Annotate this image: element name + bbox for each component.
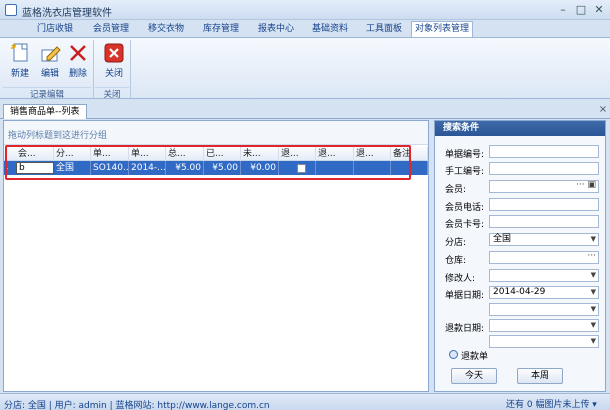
field-label: 退款日期: xyxy=(445,324,485,334)
chevron-down-icon[interactable]: ▼ xyxy=(591,304,596,315)
ellipsis-icon[interactable]: ··· ▣ xyxy=(576,180,596,191)
window-title: 蓝格洗衣店管理软件 xyxy=(22,8,112,19)
chevron-down-icon[interactable]: ▼ xyxy=(591,320,596,331)
group-separator xyxy=(93,40,94,98)
doc-date-from[interactable]: 2014-04-29 ▼ xyxy=(489,286,599,299)
main-tab-bar: 门店收银 会员管理 移交衣物 库存管理 报表中心 基础资料 工具面板 对象列表管… xyxy=(0,20,610,38)
close-red-icon xyxy=(103,42,125,64)
tab-basic-data[interactable]: 基础资料 xyxy=(303,22,357,37)
field-label: 单据日期: xyxy=(445,291,485,301)
ribbon: 新建 编辑 删除 关闭 记录编辑 关闭 xyxy=(0,37,610,100)
manual-number-input[interactable] xyxy=(489,162,599,175)
close-window-button[interactable]: ✕ xyxy=(590,3,608,17)
close-module-button[interactable]: 关闭 xyxy=(100,41,128,83)
new-document-icon xyxy=(9,42,31,64)
doc-date-value: 2014-04-29 xyxy=(493,287,546,297)
new-button[interactable]: 新建 xyxy=(6,41,34,83)
delete-button[interactable]: 删除 xyxy=(64,41,92,83)
field-label: 手工编号: xyxy=(445,167,485,177)
branch-value: 全国 xyxy=(493,234,512,244)
field-label: 会员: xyxy=(445,185,467,195)
chevron-down-icon[interactable]: ▼ xyxy=(591,287,596,298)
collapse-icon[interactable] xyxy=(449,350,458,359)
minimize-button[interactable]: – xyxy=(554,3,572,17)
tab-tools[interactable]: 工具面板 xyxy=(357,22,411,37)
search-panel-title: 搜索条件 xyxy=(435,121,605,136)
this-week-button[interactable]: 本周 xyxy=(517,368,563,384)
edit-button[interactable]: 编辑 xyxy=(36,41,64,83)
ellipsis-icon[interactable]: ··· xyxy=(587,251,596,262)
upload-status[interactable]: 还有 0 幅图片未上传 ▾ xyxy=(506,397,606,410)
member-lookup[interactable]: ··· ▣ xyxy=(489,180,599,193)
branch-select[interactable]: 全国 ▼ xyxy=(489,233,599,246)
search-panel: 搜索条件 单据编号: 手工编号: 会员: ··· ▣ 会员电话: 会员卡号: 分… xyxy=(434,120,606,392)
refund-toggle-label[interactable]: 退款单 xyxy=(461,349,488,362)
group-close-label: 关闭 xyxy=(95,87,129,100)
delete-x-icon xyxy=(67,42,89,64)
field-label: 会员卡号: xyxy=(445,220,485,230)
document-tab-sales-list[interactable]: 销售商品单--列表 xyxy=(3,104,87,119)
group-record-edit-label: 记录编辑 xyxy=(3,87,91,100)
tab-member-management[interactable]: 会员管理 xyxy=(83,22,139,37)
field-label: 单据编号: xyxy=(445,150,485,160)
status-bar: 分店: 全国 | 用户: admin | 蓝格网站: http://www.la… xyxy=(0,393,610,410)
refund-date-from[interactable]: ▼ xyxy=(489,319,599,332)
status-text: 分店: 全国 | 用户: admin | 蓝格网站: http://www.la… xyxy=(4,401,270,410)
group-by-panel[interactable]: 拖动列标题到这进行分组 xyxy=(4,121,428,145)
document-tab-strip xyxy=(0,103,610,119)
group-hint-text: 拖动列标题到这进行分组 xyxy=(8,131,108,141)
field-label: 修改人: xyxy=(445,274,476,284)
edit-pencil-icon xyxy=(39,42,61,64)
tab-reports[interactable]: 报表中心 xyxy=(249,22,303,37)
field-label: 分店: xyxy=(445,238,467,248)
warehouse-lookup[interactable]: ··· xyxy=(489,251,599,264)
member-phone-input[interactable] xyxy=(489,198,599,211)
tab-inventory[interactable]: 库存管理 xyxy=(193,22,249,37)
highlight-box xyxy=(5,145,411,180)
field-label: 会员电话: xyxy=(445,203,485,213)
today-button[interactable]: 今天 xyxy=(451,368,497,384)
refund-date-to[interactable]: ▼ xyxy=(489,335,599,348)
doc-number-input[interactable] xyxy=(489,145,599,158)
doc-date-to[interactable]: ▼ xyxy=(489,303,599,316)
field-label: 仓库: xyxy=(445,256,467,266)
chevron-down-icon[interactable]: ▼ xyxy=(591,270,596,281)
tab-store-checkout[interactable]: 门店收银 xyxy=(27,22,83,37)
chevron-down-icon[interactable]: ▼ xyxy=(591,336,596,347)
close-document-icon[interactable]: × xyxy=(597,104,609,116)
member-card-input[interactable] xyxy=(489,215,599,228)
modifier-select[interactable]: ▼ xyxy=(489,269,599,282)
chevron-down-icon[interactable]: ▼ xyxy=(591,234,596,245)
tab-object-list[interactable]: 对象列表管理 xyxy=(411,21,473,38)
tab-transfer-clothes[interactable]: 移交衣物 xyxy=(139,22,193,37)
maximize-button[interactable]: □ xyxy=(572,3,590,17)
app-icon xyxy=(5,4,17,16)
group-separator xyxy=(130,40,131,98)
